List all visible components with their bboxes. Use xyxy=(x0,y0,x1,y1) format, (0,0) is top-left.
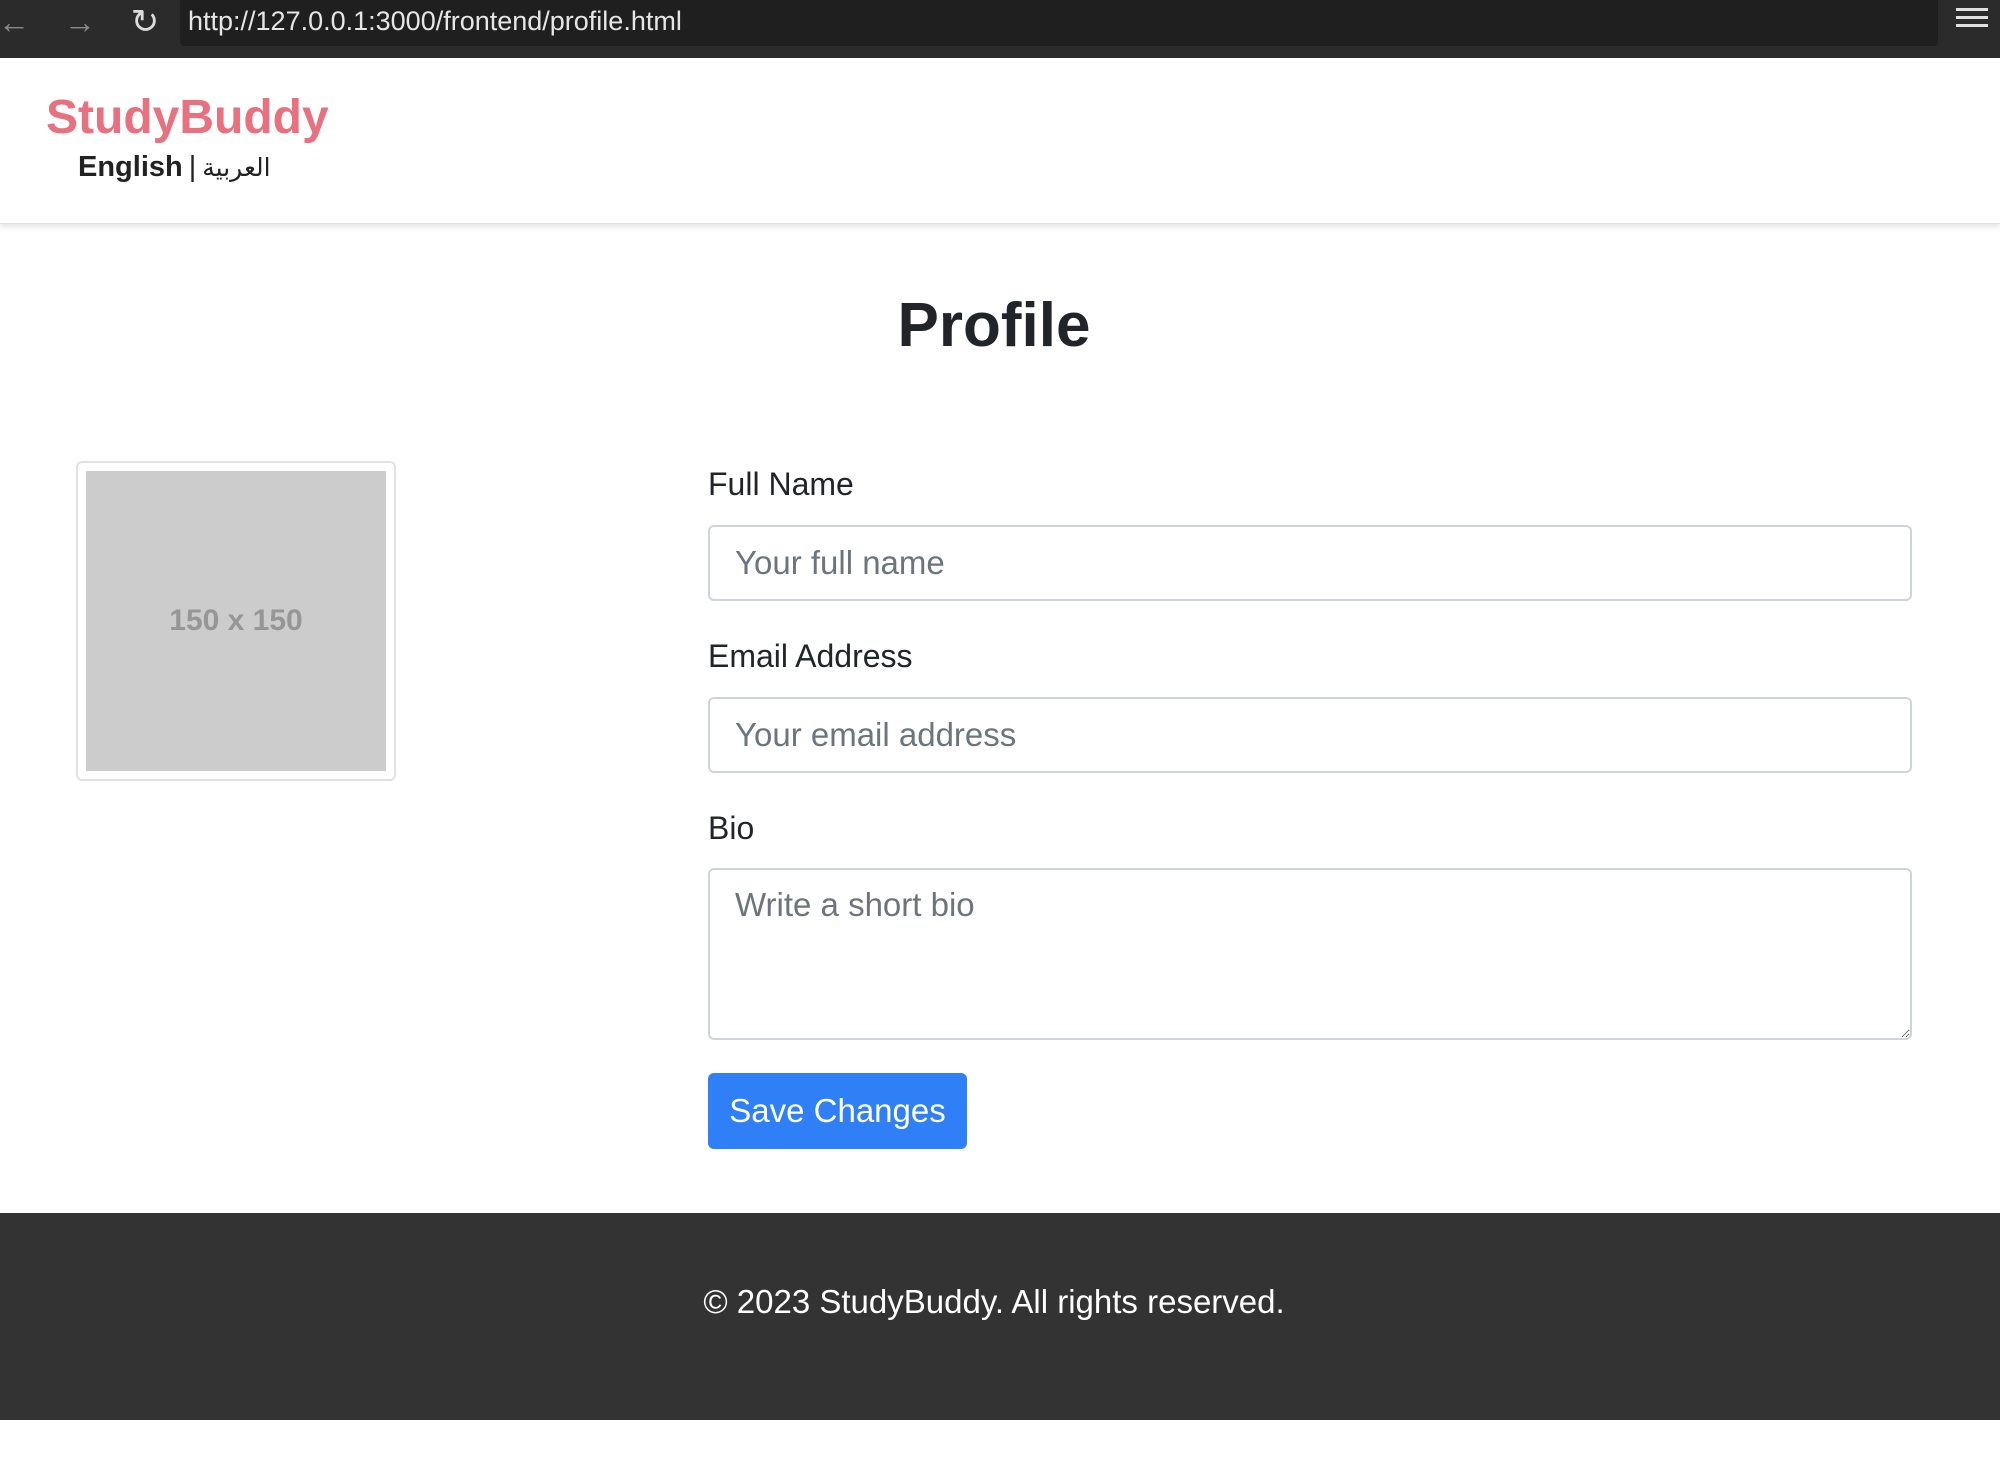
reload-icon[interactable]: ↻ xyxy=(125,2,165,42)
save-changes-button[interactable]: Save Changes xyxy=(708,1073,967,1149)
lang-arabic-link[interactable]: العربية xyxy=(202,153,270,182)
page-title: Profile xyxy=(897,291,1091,360)
brand-logo[interactable]: StudyBuddy xyxy=(46,90,329,145)
address-bar[interactable]: http://127.0.0.1:3000/frontend/profile.h… xyxy=(180,0,1938,46)
full-name-input[interactable] xyxy=(708,525,1912,601)
site-footer: © 2023 StudyBuddy. All rights reserved. xyxy=(0,1213,2000,1420)
avatar: 150 x 150 xyxy=(76,461,396,781)
footer-copyright: © 2023 StudyBuddy. All rights reserved. xyxy=(703,1283,1285,1320)
lang-separator: | xyxy=(188,151,197,183)
forward-arrow-icon[interactable]: → xyxy=(60,2,100,42)
email-input[interactable] xyxy=(708,697,1912,773)
full-name-label: Full Name xyxy=(708,466,854,502)
site-header: StudyBuddy English | العربية xyxy=(0,58,2000,224)
back-arrow-icon[interactable]: ← xyxy=(0,2,34,42)
language-switcher: English | العربية xyxy=(78,151,271,184)
bio-label: Bio xyxy=(708,810,755,846)
bio-textarea[interactable] xyxy=(708,868,1912,1040)
avatar-placeholder-image: 150 x 150 xyxy=(86,471,386,771)
hamburger-menu-icon[interactable] xyxy=(1956,8,1988,36)
email-label: Email Address xyxy=(708,638,913,674)
browser-toolbar: ← → ↻ http://127.0.0.1:3000/frontend/pro… xyxy=(0,0,2000,58)
lang-english-link[interactable]: English xyxy=(78,151,183,183)
